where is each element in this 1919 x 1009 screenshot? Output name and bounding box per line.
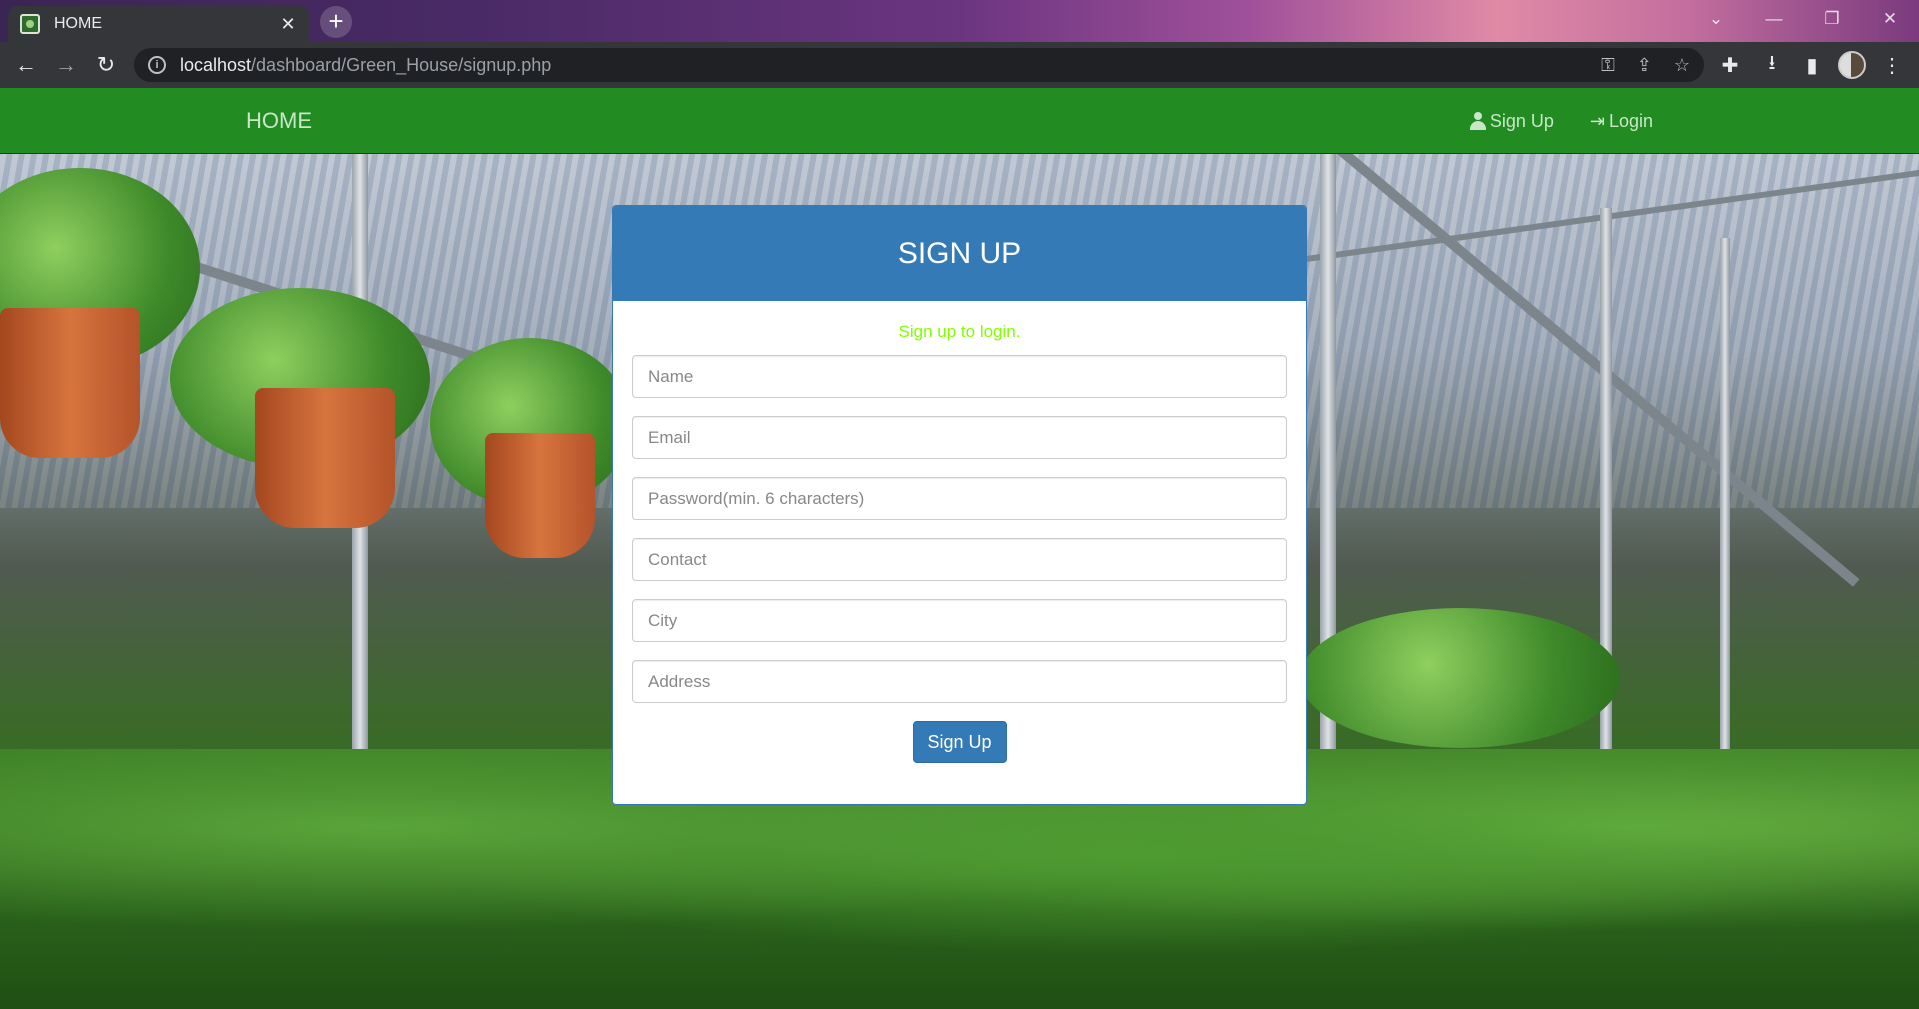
signup-panel: SIGN UP Sign up to login. Sign Up (612, 205, 1307, 805)
browser-tab[interactable]: HOME ✕ (8, 6, 310, 42)
new-tab-button[interactable]: + (320, 6, 352, 38)
nav-login-label: Login (1608, 110, 1653, 131)
menu-kebab-icon[interactable]: ⋮ (1872, 42, 1912, 88)
back-icon[interactable]: ← (6, 42, 46, 88)
window-controls: ⌄ — ❐ ✕ (1687, 0, 1919, 42)
browser-toolbar: ← → ↻ i localhost/dashboard/Green_House/… (0, 42, 1919, 88)
tab-title: HOME (54, 15, 102, 32)
password-input[interactable] (632, 477, 1287, 520)
name-input[interactable] (632, 355, 1287, 398)
side-panel-icon[interactable]: ▮ (1792, 42, 1832, 88)
key-icon[interactable]: ⚿ (1601, 55, 1615, 76)
site-favicon-icon (20, 14, 40, 34)
share-icon[interactable]: ⇪ (1637, 55, 1652, 76)
nav-signup-label: Sign Up (1489, 110, 1554, 131)
address-input[interactable] (632, 660, 1287, 703)
signup-panel-title: SIGN UP (613, 206, 1306, 301)
close-window-icon[interactable]: ✕ (1861, 0, 1919, 38)
url-text: localhost/dashboard/Green_House/signup.p… (180, 54, 552, 75)
navbar-right-links: Sign Up ⇥ Login (1469, 88, 1653, 154)
site-navbar: HOME Sign Up ⇥ Login (0, 88, 1919, 154)
page-viewport: HOME Sign Up ⇥ Login SIGN UP Sign up to … (0, 88, 1919, 1009)
nav-login-link[interactable]: ⇥ Login (1590, 111, 1653, 132)
city-input[interactable] (632, 599, 1287, 642)
minimize-icon[interactable]: — (1745, 0, 1803, 38)
email-input[interactable] (632, 416, 1287, 459)
contact-input[interactable] (632, 538, 1287, 581)
forward-icon[interactable]: → (46, 42, 86, 88)
restore-icon[interactable]: ❐ (1803, 0, 1861, 38)
tab-search-icon[interactable]: ⌄ (1687, 0, 1745, 38)
address-bar[interactable]: i localhost/dashboard/Green_House/signup… (134, 48, 1704, 82)
signup-submit-button[interactable]: Sign Up (912, 721, 1007, 763)
login-icon: ⇥ (1589, 110, 1605, 131)
reload-icon[interactable]: ↻ (86, 42, 126, 88)
browser-tab-strip: HOME ✕ + ⌄ — ❐ ✕ (0, 0, 1919, 42)
address-bar-actions: ⚿ ⇪ ☆ (1601, 48, 1690, 82)
tab-close-icon[interactable]: ✕ (278, 14, 298, 35)
download-icon[interactable]: ⭳ (1752, 42, 1792, 88)
site-info-icon[interactable]: i (148, 56, 166, 74)
nav-signup-link[interactable]: Sign Up (1469, 110, 1554, 132)
signup-hint-text: Sign up to login. (898, 322, 1021, 341)
signup-form: Sign up to login. Sign Up (613, 301, 1306, 763)
bookmark-star-icon[interactable]: ☆ (1674, 55, 1690, 76)
user-icon (1469, 112, 1486, 130)
extensions-icon[interactable]: ✚ (1710, 42, 1750, 88)
home-brand-link[interactable]: HOME (246, 88, 312, 154)
profile-avatar[interactable] (1832, 42, 1872, 88)
